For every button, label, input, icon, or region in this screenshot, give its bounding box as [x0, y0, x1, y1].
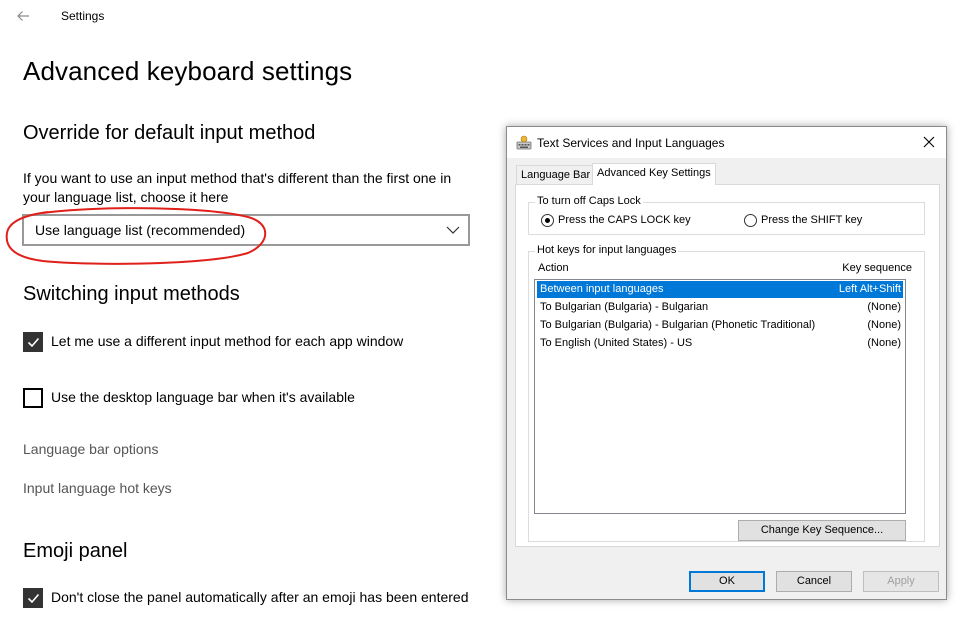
caps-lock-key-radio[interactable]: Press the CAPS LOCK key — [541, 214, 701, 228]
language-bar-label: Use the desktop language bar when it's a… — [51, 389, 355, 405]
hotkey-sequence: (None) — [867, 301, 901, 313]
hotkeys-group-label: Hot keys for input languages — [535, 244, 679, 256]
dialog-title: Text Services and Input Languages — [537, 136, 725, 150]
hotkey-row[interactable]: To Bulgarian (Bulgaria) - Bulgarian (Non… — [537, 299, 903, 316]
hotkey-action: To Bulgarian (Bulgaria) - Bulgarian (Pho… — [540, 319, 816, 331]
keyboard-icon — [516, 135, 532, 150]
key-sequence-column-header: Key sequence — [842, 262, 912, 274]
apply-button[interactable]: Apply — [863, 571, 939, 592]
chevron-down-icon — [446, 226, 460, 234]
override-description: If you want to use an input method that'… — [23, 170, 452, 205]
hotkey-sequence: Left Alt+Shift — [838, 283, 901, 295]
caps-lock-group: To turn off Caps Lock Press the CAPS LOC… — [528, 195, 925, 235]
checkbox-box — [23, 388, 43, 408]
checkmark-icon — [27, 337, 40, 348]
hotkey-action: Between input languages — [540, 283, 664, 295]
hotkey-sequence: (None) — [867, 337, 901, 349]
emoji-keep-open-label: Don't close the panel automatically afte… — [51, 589, 469, 605]
page-title: Advanced keyboard settings — [23, 56, 353, 86]
back-button[interactable] — [8, 4, 38, 28]
hotkey-row[interactable]: Between input languages Left Alt+Shift — [537, 281, 903, 298]
override-section-title: Override for default input method — [23, 122, 316, 144]
hotkey-row[interactable]: To Bulgarian (Bulgaria) - Bulgarian (Pho… — [537, 317, 903, 334]
settings-titlebar: Settings — [0, 0, 979, 32]
back-arrow-icon — [17, 11, 29, 21]
input-language-hot-keys-link[interactable]: Input language hot keys — [23, 480, 172, 496]
caps-lock-key-label: Press the CAPS LOCK key — [558, 214, 691, 226]
hotkey-row[interactable]: To English (United States) - US (None) — [537, 335, 903, 352]
cancel-button[interactable]: Cancel — [776, 571, 852, 592]
shift-key-radio[interactable]: Press the SHIFT key — [744, 214, 874, 228]
advanced-key-settings-panel: To turn off Caps Lock Press the CAPS LOC… — [515, 184, 940, 547]
per-app-window-label: Let me use a different input method for … — [51, 333, 404, 349]
change-key-sequence-button[interactable]: Change Key Sequence... — [738, 520, 906, 541]
dialog-titlebar: Text Services and Input Languages — [507, 127, 946, 158]
tab-language-bar[interactable]: Language Bar — [516, 165, 596, 184]
input-method-dropdown[interactable]: Use language list (recommended) — [22, 214, 470, 246]
switching-section-title: Switching input methods — [23, 283, 240, 305]
dialog-close-button[interactable] — [912, 127, 946, 158]
radio-circle — [744, 214, 757, 227]
hotkeys-group: Hot keys for input languages Action Key … — [528, 244, 925, 542]
checkmark-icon — [27, 593, 40, 604]
hotkey-list[interactable]: Between input languages Left Alt+Shift T… — [534, 279, 906, 514]
shift-key-label: Press the SHIFT key — [761, 214, 863, 226]
emoji-keep-open-checkbox[interactable]: Don't close the panel automatically afte… — [23, 588, 493, 610]
hotkey-action: To English (United States) - US — [540, 337, 693, 349]
tab-advanced-key-settings[interactable]: Advanced Key Settings — [592, 163, 716, 185]
app-title: Settings — [61, 9, 105, 23]
radio-circle — [541, 214, 554, 227]
dropdown-selected-value: Use language list (recommended) — [35, 222, 246, 238]
hotkey-sequence: (None) — [867, 319, 901, 331]
text-services-dialog: Text Services and Input Languages Langua… — [506, 126, 947, 600]
emoji-section-title: Emoji panel — [23, 540, 128, 562]
close-icon — [923, 136, 935, 148]
checkbox-box — [23, 332, 43, 352]
action-column-header: Action — [538, 262, 569, 274]
checkbox-box — [23, 588, 43, 608]
caps-lock-group-label: To turn off Caps Lock — [535, 195, 643, 207]
hotkey-action: To Bulgarian (Bulgaria) - Bulgarian — [540, 301, 709, 313]
per-app-window-checkbox[interactable]: Let me use a different input method for … — [23, 332, 443, 354]
language-bar-options-link[interactable]: Language bar options — [23, 441, 158, 457]
ok-button[interactable]: OK — [689, 571, 765, 592]
language-bar-checkbox[interactable]: Use the desktop language bar when it's a… — [23, 388, 383, 410]
